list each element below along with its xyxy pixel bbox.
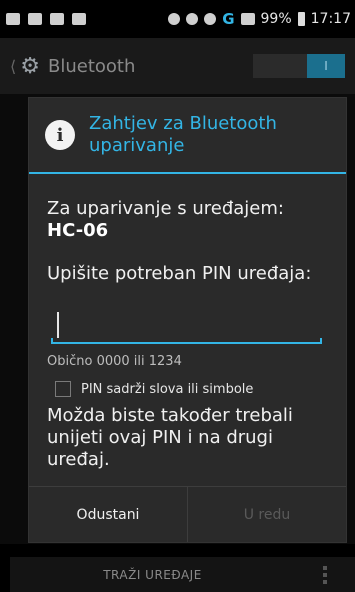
page-title: Bluetooth bbox=[47, 55, 136, 77]
dialog-header: i Zahtjev za Bluetooth uparivanje bbox=[29, 98, 346, 172]
pin-input[interactable] bbox=[51, 308, 322, 346]
pin-hint: Obično 0000 ili 1234 bbox=[47, 354, 182, 369]
pin-contains-letters-checkbox[interactable] bbox=[55, 381, 71, 397]
battery-percent: 99% bbox=[260, 11, 292, 27]
overflow-menu-icon[interactable] bbox=[295, 557, 355, 592]
pairing-dialog: i Zahtjev za Bluetooth uparivanje Za upa… bbox=[28, 97, 347, 543]
facebook-icon bbox=[28, 13, 42, 25]
status-bar: G 99% 17:17 bbox=[0, 0, 355, 38]
bluetooth-toggle[interactable]: I bbox=[253, 54, 345, 78]
bottom-bar: TRAŽI UREĐAJE bbox=[0, 557, 355, 592]
mail-icon bbox=[72, 13, 86, 25]
system-icons: G 99% 17:17 bbox=[168, 10, 351, 28]
download-icon bbox=[6, 13, 20, 25]
dialog-buttons: Odustani U redu bbox=[29, 486, 346, 542]
network-type: G bbox=[222, 10, 235, 28]
notification-icons bbox=[6, 13, 86, 25]
settings-gear-icon[interactable]: ⚙ bbox=[20, 54, 40, 79]
pin-prompt: Upišite potreban PIN uređaja: bbox=[47, 263, 312, 284]
dialog-body: Za uparivanje s uređajem: HC-06 Upišite … bbox=[29, 174, 346, 471]
toggle-knob[interactable]: I bbox=[307, 54, 345, 78]
clock: 17:17 bbox=[310, 11, 351, 27]
bluetooth-icon bbox=[168, 13, 181, 25]
action-bar: ⟨ ⚙ Bluetooth I bbox=[0, 38, 355, 94]
text-cursor bbox=[57, 312, 59, 338]
checkbox-label[interactable]: PIN sadrži slova ili simbole bbox=[81, 382, 253, 397]
alarm-icon bbox=[186, 13, 199, 25]
chat-icon bbox=[50, 13, 64, 25]
wifi-icon bbox=[204, 13, 217, 25]
signal-icon bbox=[240, 13, 255, 25]
cancel-button[interactable]: Odustani bbox=[29, 487, 188, 542]
dialog-title: Zahtjev za Bluetooth uparivanje bbox=[89, 113, 277, 156]
bottom-shade bbox=[0, 557, 10, 592]
pin-input-underline bbox=[51, 338, 322, 344]
battery-icon bbox=[297, 12, 305, 26]
back-chevron-icon[interactable]: ⟨ bbox=[10, 57, 16, 76]
info-icon: i bbox=[45, 120, 75, 150]
pin-contains-letters-row[interactable]: PIN sadrži slova ili simbole bbox=[55, 381, 330, 397]
device-name: HC-06 bbox=[47, 220, 109, 241]
scan-devices-button[interactable]: TRAŽI UREĐAJE bbox=[10, 568, 295, 582]
ok-button[interactable]: U redu bbox=[188, 487, 346, 542]
pin-note: Možda biste također trebali unijeti ovaj… bbox=[47, 405, 293, 470]
pair-prompt: Za uparivanje s uređajem: bbox=[47, 198, 284, 219]
